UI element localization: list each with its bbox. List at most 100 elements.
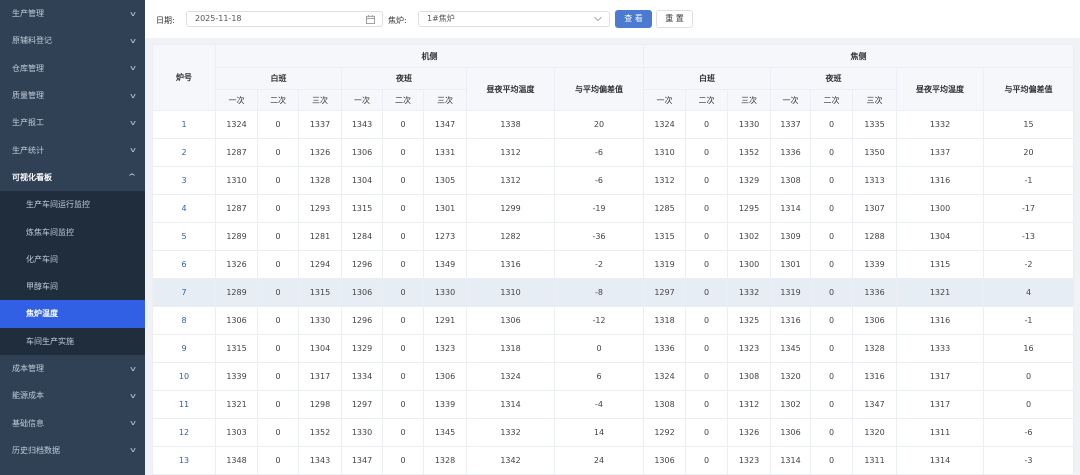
chevron-down-icon [594,16,602,22]
table-cell: 1294 [298,250,342,279]
table-cell: 1317 [298,362,342,391]
table-row[interactable]: 13 1348 0 1343 1347 0 1328 1342 24 1306 0 1323 1314 0… [152,446,1074,475]
furnace-number-cell: 3 [152,166,216,195]
table-row[interactable]: 8 1306 0 1330 1296 0 1291 1306 -12 1318 0 1325 1316 0… [152,306,1074,335]
furnace-temperature-table: 炉号 机侧 焦侧 白班 夜班 昼夜平均温度 与平均偏差值 白班 夜班 昼夜平均温… [152,44,1074,475]
header-machine-night-shift: 夜班 [341,67,467,90]
table-cell: 0 [382,418,424,447]
sidebar-item[interactable]: 原辅料登记 v [0,27,145,54]
table-cell: 1317 [896,390,984,419]
sidebar-subitem[interactable]: 化产车间 [0,246,145,273]
table-row[interactable]: 5 1289 0 1281 1284 0 1273 1282 -36 1315 0 1302 1309 0… [152,222,1074,251]
reset-button[interactable]: 重 置 [656,10,693,28]
table-cell: 1337 [896,138,984,167]
table-row[interactable]: 1 1324 0 1337 1343 0 1347 1338 20 1324 0 1330 1337 0 1… [152,110,1074,139]
table-cell: -17 [983,194,1074,223]
table-cell: 1334 [341,362,383,391]
table-cell: 4 [983,278,1074,307]
table-cell: 1313 [852,166,897,195]
submenu: 生产车间运行监控 炼焦车间监控 化产车间 甲醇车间 焦炉温度 车间生产实施 [0,191,145,355]
sidebar-item[interactable]: 历史归档数据 v [0,437,145,464]
date-picker[interactable]: 2025-11-18 [186,11,383,27]
table-row[interactable]: 12 1303 0 1352 1330 0 1345 1332 14 1292 0 1326 1306 0… [152,418,1074,447]
table-cell: 1347 [341,446,383,475]
table-cell: 0 [810,306,853,335]
date-value: 2025-11-18 [195,14,242,23]
table-cell: 1304 [341,166,383,195]
table-cell: 0 [810,110,853,139]
table-cell: 0 [685,306,728,335]
table-cell: 0 [685,194,728,223]
furnace-select[interactable]: 1#焦炉 [418,11,610,27]
table-cell: 1287 [215,138,258,167]
sidebar-item[interactable]: 能源成本 v [0,382,145,409]
table-cell: 1311 [852,446,897,475]
sidebar-item[interactable]: 生产报工 v [0,109,145,136]
table-cell: -12 [554,306,644,335]
table-row[interactable]: 7 1289 0 1315 1306 0 1330 1310 -8 1297 0 1332 1319 0 1… [152,278,1074,307]
table-cell: 0 [810,138,853,167]
furnace-number-cell: 13 [152,446,216,475]
sidebar-item[interactable]: 生产管理 v [0,0,145,27]
table-cell: 0 [685,446,728,475]
table-cell: 1314 [770,446,811,475]
sidebar-subitem[interactable]: 炼焦车间监控 [0,218,145,245]
table-cell: 24 [554,446,644,475]
table-cell: 1306 [341,278,383,307]
table-row[interactable]: 3 1310 0 1328 1304 0 1305 1312 -6 1312 0 1329 1308 0 1… [152,166,1074,195]
filter-toolbar: 日期: 2025-11-18 焦炉: 1#焦炉 查 看 重 置 [145,0,1080,38]
table-cell: 1332 [727,278,771,307]
table-cell: 1288 [852,222,897,251]
sidebar-subitem[interactable]: 车间生产实施 [0,328,145,355]
table-row[interactable]: 2 1287 0 1326 1306 0 1331 1312 -6 1310 0 1352 1336 0 1… [152,138,1074,167]
table-cell: 1332 [466,418,555,447]
table-cell: 1338 [466,110,555,139]
sidebar-item[interactable]: 质量管理 v [0,82,145,109]
chevron-down-icon: v [130,391,136,400]
table-cell: 1312 [466,138,555,167]
table-cell: 1348 [215,446,258,475]
table-cell: 1320 [770,362,811,391]
table-cell: 1319 [770,278,811,307]
chevron-down-icon: v [130,9,136,18]
table-row[interactable]: 11 1321 0 1298 1297 0 1339 1314 -4 1308 0 1312 1302 0… [152,390,1074,419]
sidebar-subitem[interactable]: 生产车间运行监控 [0,191,145,218]
table-row[interactable]: 4 1287 0 1293 1315 0 1301 1299 -19 1285 0 1295 1314 0… [152,194,1074,223]
sidebar-subitem[interactable]: 甲醇车间 [0,273,145,300]
sidebar-item[interactable]: 生产统计 v [0,136,145,163]
table-cell: 1285 [643,194,686,223]
table-cell: -2 [983,250,1074,279]
table-cell: 1305 [423,166,467,195]
sidebar-item[interactable]: 成本管理 v [0,355,145,382]
table-cell: 0 [382,306,424,335]
sidebar-subitem[interactable]: 焦炉温度 [0,300,145,328]
furnace-number-cell: 10 [152,362,216,391]
table-cell: 1318 [466,334,555,363]
query-button[interactable]: 查 看 [615,10,652,28]
table-cell: 0 [810,166,853,195]
table-cell: 0 [810,222,853,251]
table-cell: 1296 [341,250,383,279]
table-row[interactable]: 10 1339 0 1317 1334 0 1306 1324 6 1324 0 1308 1320 0 1… [152,362,1074,391]
table-cell: 0 [257,110,299,139]
header-coke-night-shift: 夜班 [770,67,897,90]
table-cell: 0 [685,334,728,363]
table-row[interactable]: 9 1315 0 1304 1329 0 1323 1318 0 1336 0 1323 1345 0 13… [152,334,1074,363]
sidebar-item-visual-board[interactable]: 可视化看板 ^ [0,164,145,191]
table-row[interactable]: 6 1326 0 1294 1296 0 1349 1316 -2 1319 0 1300 1301 0 1… [152,250,1074,279]
sidebar-item[interactable]: 仓库管理 v [0,55,145,82]
sidebar-item[interactable]: 基础信息 v [0,409,145,436]
table-cell: 0 [685,138,728,167]
table-cell: 1336 [643,334,686,363]
sidebar-item-label: 基础信息 [12,418,44,428]
chevron-up-icon: ^ [127,173,137,182]
table-cell: 0 [382,362,424,391]
table-cell: 1291 [423,306,467,335]
table-cell: 1301 [770,250,811,279]
table-cell: 1306 [423,362,467,391]
table-cell: 0 [257,306,299,335]
table-cell: 1308 [727,362,771,391]
table-cell: 0 [685,222,728,251]
table-cell: 1331 [423,138,467,167]
sidebar-item-label: 生产管理 [12,9,44,19]
